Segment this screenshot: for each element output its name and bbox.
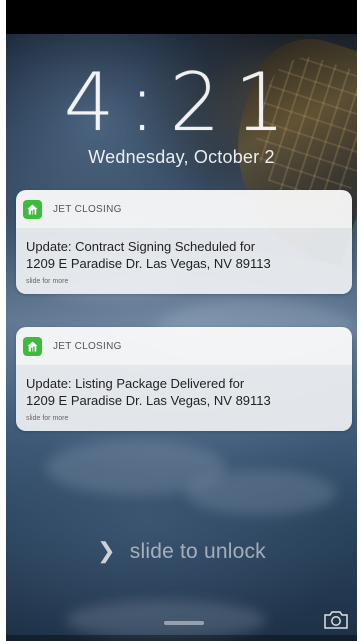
notification-more-hint: slide for more bbox=[26, 415, 69, 422]
notification-card[interactable]: JET CLOSING Update: Contract Signing Sch… bbox=[16, 190, 352, 294]
lock-date: Wednesday, October 2 bbox=[88, 147, 275, 167]
notification-address: 1209 E Paradise Dr. Las Vegas, NV 89113 bbox=[26, 256, 271, 271]
notification-app-name: JET CLOSING bbox=[53, 340, 122, 352]
slide-to-unlock[interactable]: ❯ slide to unlock bbox=[6, 538, 357, 564]
notification-header: JET CLOSING bbox=[16, 327, 352, 365]
notification-app-name: JET CLOSING bbox=[53, 203, 122, 215]
house-icon bbox=[23, 199, 42, 219]
notification-card[interactable]: JET CLOSING Update: Listing Package Deli… bbox=[16, 327, 352, 431]
notification-body: Update: Listing Package Delivered for 12… bbox=[16, 365, 352, 431]
chevron-right-icon: ❯ bbox=[97, 538, 116, 563]
home-grabber[interactable] bbox=[164, 621, 204, 625]
bottom-edge bbox=[6, 635, 357, 641]
camera-icon[interactable] bbox=[322, 609, 350, 631]
status-bar bbox=[6, 0, 357, 34]
house-icon bbox=[23, 336, 42, 356]
notification-body: Update: Contract Signing Scheduled for 1… bbox=[16, 228, 352, 294]
notification-header: JET CLOSING bbox=[16, 190, 352, 228]
notification-more-hint: slide for more bbox=[26, 278, 69, 285]
unlock-label: slide to unlock bbox=[129, 540, 266, 563]
lock-clock: 4:21 bbox=[63, 56, 300, 149]
notification-title: Update: Listing Package Delivered for bbox=[26, 376, 245, 391]
notification-title: Update: Contract Signing Scheduled for bbox=[26, 239, 256, 254]
notification-address: 1209 E Paradise Dr. Las Vegas, NV 89113 bbox=[26, 393, 271, 408]
lock-screen: 4:21 Wednesday, October 2 JET CLOSING Up… bbox=[6, 0, 357, 641]
